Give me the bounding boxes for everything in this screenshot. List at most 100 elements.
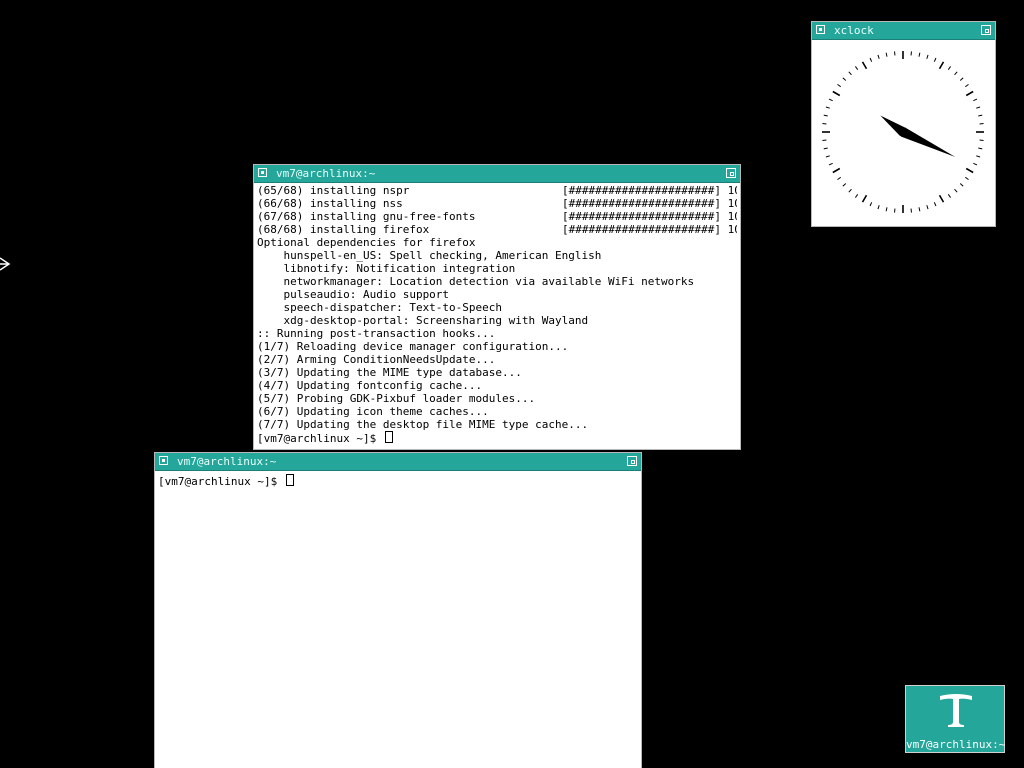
clock-hour-tick	[965, 90, 974, 97]
terminal-output[interactable]: (65/68) installing nspr [################…	[257, 184, 737, 449]
clock-minute-tick	[959, 183, 964, 187]
iconified-terminal[interactable]: vm7@archlinux:~	[905, 685, 1005, 753]
clock-minute-tick	[854, 66, 859, 70]
clock-minute-tick	[854, 194, 859, 198]
output-text: (3/7) Updating the MIME type database...	[257, 366, 522, 379]
output-text: Optional dependencies for firefox	[257, 236, 476, 249]
clock-hour-tick	[938, 61, 945, 70]
progress-percent: 100%	[727, 223, 737, 236]
window-menu-icon[interactable]	[258, 168, 267, 177]
output-line: hunspell-en_US: Spell checking, American…	[257, 249, 737, 262]
clock-minute-tick	[877, 54, 880, 59]
terminal-titlebar[interactable]: vm7@archlinux:~	[254, 165, 740, 183]
clock-minute-tick	[885, 207, 888, 212]
output-text: xdg-desktop-portal: Screensharing with W…	[257, 314, 589, 327]
clock-minute-tick	[848, 188, 852, 193]
clock-minute-tick	[825, 155, 830, 158]
clock-minute-tick	[965, 176, 969, 181]
output-line: Optional dependencies for firefox	[257, 236, 737, 249]
terminal-window-upper[interactable]: vm7@archlinux:~ (65/68) installing nspr […	[253, 164, 741, 450]
iconify-icon[interactable]	[981, 25, 991, 35]
output-text: pulseaudio: Audio support	[257, 288, 450, 301]
clock-minute-tick	[933, 57, 937, 62]
clock-hour-hand	[899, 127, 956, 157]
output-line: (68/68) installing firefox [#############…	[257, 223, 737, 236]
output-line: (66/68) installing nss [#################…	[257, 197, 737, 210]
iconify-icon[interactable]	[627, 456, 637, 466]
clock-face	[822, 51, 984, 213]
output-text: (1/7) Reloading device manager configura…	[257, 340, 569, 353]
clock-minute-tick	[837, 83, 841, 88]
clock-minute-tick	[954, 71, 958, 76]
clock-minute-tick	[959, 77, 964, 81]
clock-minute-tick	[825, 106, 830, 109]
xclock-titlebar[interactable]: xclock	[812, 22, 995, 40]
clock-hour-tick	[832, 167, 841, 174]
clock-minute-tick	[976, 106, 981, 109]
icon-label: vm7@archlinux:~	[906, 738, 1006, 751]
output-line: (2/7) Arming ConditionNeedsUpdate...	[257, 353, 737, 366]
clock-minute-tick	[823, 114, 828, 117]
clock-hour-tick	[832, 90, 841, 97]
shell-prompt: [vm7@archlinux ~]$	[158, 475, 284, 488]
clock-minute-tick	[848, 71, 852, 76]
output-text: (65/68) installing nspr	[257, 184, 410, 197]
output-text: hunspell-en_US: Spell checking, American…	[257, 249, 602, 262]
clock-minute-tick	[885, 52, 888, 57]
window-menu-icon[interactable]	[159, 456, 168, 465]
prompt-line: [vm7@archlinux ~]$	[257, 431, 737, 445]
progress-bar-text: [######################] 100%	[562, 210, 737, 223]
terminal-output[interactable]: [vm7@archlinux ~]$	[158, 474, 638, 768]
output-text: (4/7) Updating fontconfig cache...	[257, 379, 483, 392]
clock-minute-tick	[978, 147, 983, 150]
mouse-pointer-icon	[0, 257, 11, 271]
progress-percent: 100%	[727, 197, 737, 210]
clock-hour-tick	[965, 167, 974, 174]
output-line: (65/68) installing nspr [################…	[257, 184, 737, 197]
output-line: :: Running post-transaction hooks...	[257, 327, 737, 340]
output-text: (5/7) Probing GDK-Pixbuf loader modules.…	[257, 392, 536, 405]
clock-minute-tick	[947, 194, 952, 198]
clock-minute-tick	[869, 57, 873, 62]
text-cursor	[384, 431, 393, 443]
output-text: networkmanager: Location detection via a…	[257, 275, 695, 288]
clock-minute-tick	[918, 207, 921, 212]
output-text: (67/68) installing gnu-free-fonts	[257, 210, 476, 223]
clock-minute-tick	[978, 114, 983, 117]
output-line: (5/7) Probing GDK-Pixbuf loader modules.…	[257, 392, 737, 405]
clock-minute-tick	[926, 54, 929, 59]
terminal-window-lower[interactable]: vm7@archlinux:~ [vm7@archlinux ~]$	[154, 452, 642, 768]
progress-bar-text: [######################] 100%	[562, 223, 737, 236]
output-line: (4/7) Updating fontconfig cache...	[257, 379, 737, 392]
clock-minute-tick	[842, 77, 847, 81]
clock-hour-tick	[861, 61, 868, 70]
output-line: speech-dispatcher: Text-to-Speech	[257, 301, 737, 314]
window-menu-icon[interactable]	[816, 25, 825, 34]
output-text: (7/7) Updating the desktop file MIME typ…	[257, 418, 589, 431]
output-line: (67/68) installing gnu-free-fonts [######…	[257, 210, 737, 223]
output-line: (3/7) Updating the MIME type database...	[257, 366, 737, 379]
clock-minute-tick	[918, 52, 921, 57]
output-line: networkmanager: Location detection via a…	[257, 275, 737, 288]
prompt-line: [vm7@archlinux ~]$	[158, 474, 638, 488]
window-title: xclock	[834, 24, 874, 37]
progress-bar-text: [######################] 100%	[562, 184, 737, 197]
terminal-titlebar[interactable]: vm7@archlinux:~	[155, 453, 641, 471]
output-line: (1/7) Reloading device manager configura…	[257, 340, 737, 353]
clock-hour-tick	[861, 194, 868, 203]
clock-minute-tick	[976, 155, 981, 158]
clock-minute-tick	[973, 162, 978, 166]
progress-bar-text: [######################] 100%	[562, 197, 737, 210]
clock-minute-tick	[842, 183, 847, 187]
terminal-icon	[940, 694, 972, 727]
xclock-window[interactable]: xclock	[811, 21, 996, 227]
clock-minute-tick	[947, 66, 952, 70]
output-text: (6/7) Updating icon theme caches...	[257, 405, 489, 418]
shell-prompt: [vm7@archlinux ~]$	[257, 432, 383, 445]
progress-percent: 100%	[727, 184, 737, 197]
output-line: (6/7) Updating icon theme caches...	[257, 405, 737, 418]
clock-minute-tick	[954, 188, 958, 193]
clock-minute-tick	[823, 147, 828, 150]
iconify-icon[interactable]	[726, 168, 736, 178]
clock-minute-tick	[869, 202, 873, 207]
